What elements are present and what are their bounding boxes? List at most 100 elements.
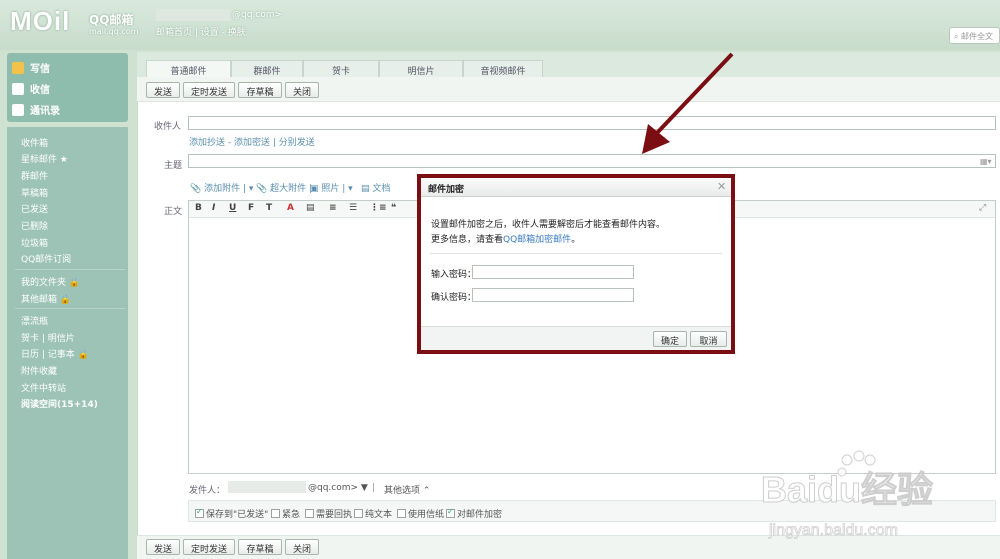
tab-normal-mail[interactable]: 普通邮件: [146, 60, 231, 77]
dialog-title: 邮件加密: [428, 185, 465, 195]
baidu-watermark: Baidu经验 jingyan.baidu.com: [761, 450, 934, 539]
close-button[interactable]: 关闭: [285, 82, 319, 98]
font-size-icon[interactable]: T: [266, 203, 272, 213]
sidebar-item-inbox[interactable]: 收件箱: [21, 136, 48, 149]
header-links[interactable]: 邮箱首页 | 设置 - 换肤: [156, 25, 246, 38]
sidebar-item-bottle[interactable]: 漂流瓶: [21, 314, 48, 327]
add-attachment-link[interactable]: 📎 添加附件 | ▾: [190, 181, 253, 194]
sender-options-divider: |: [372, 483, 376, 493]
pencil-icon: [12, 61, 24, 74]
tab-av-mail[interactable]: 音视频邮件: [463, 60, 543, 77]
confirm-password-input[interactable]: [472, 288, 634, 302]
ok-button[interactable]: 确定: [653, 331, 687, 347]
password-input[interactable]: [472, 265, 634, 279]
sender-domain[interactable]: @qq.com> ▼: [308, 483, 368, 493]
sidebar-item-other-mailboxes[interactable]: 其他邮箱 🔒: [21, 292, 71, 305]
option-stationery[interactable]: 使用信纸: [397, 507, 444, 520]
subject-options-icon[interactable]: ▦▾: [980, 157, 992, 166]
other-options-toggle[interactable]: 其他选项 ⌃: [384, 483, 430, 496]
underline-icon[interactable]: U: [229, 203, 236, 213]
to-input[interactable]: [188, 116, 996, 130]
save-draft-button-bottom[interactable]: 存草稿: [238, 539, 282, 555]
cc-bcc-links[interactable]: 添加抄送 - 添加密送 | 分别发送: [189, 135, 315, 148]
expand-icon[interactable]: ⤢: [979, 203, 986, 213]
logo-brand: QQ邮箱: [89, 13, 134, 27]
font-color-icon[interactable]: A: [287, 203, 294, 213]
sender-name-blurred: [228, 481, 306, 493]
option-encrypt[interactable]: 对邮件加密: [446, 507, 502, 520]
sidebar-item-group-mail[interactable]: 群邮件: [21, 169, 48, 182]
sidebar-compose[interactable]: 写信: [12, 60, 50, 75]
sidebar-item-my-folders[interactable]: 我的文件夹 🔒: [21, 275, 80, 288]
tab-group-mail[interactable]: 群邮件: [231, 60, 303, 77]
sidebar-item-starred[interactable]: 星标邮件 ★: [21, 152, 68, 165]
contacts-icon: [12, 103, 24, 116]
option-plain-text-label: 纯文本: [365, 510, 393, 520]
photo-link[interactable]: ▣ 照片 | ▾: [310, 181, 353, 194]
dialog-header: [421, 178, 731, 197]
dialog-desc-line1: 设置邮件加密之后，收件人需要解密后才能查看邮件内容。: [431, 220, 666, 230]
password-label: 输入密码：: [431, 270, 477, 280]
sidebar-item-deleted[interactable]: 已删除: [21, 219, 48, 232]
document-link[interactable]: ▤ 文档: [361, 181, 390, 194]
send-button-bottom[interactable]: 发送: [146, 539, 180, 555]
option-plain-text[interactable]: 纯文本: [354, 507, 392, 520]
sidebar-item-calendar[interactable]: 日历 | 记事本 🔒: [21, 347, 89, 360]
dialog-desc-line2: 更多信息，请查看QQ邮箱加密邮件。: [431, 232, 580, 245]
timed-send-button[interactable]: 定时发送: [183, 82, 235, 98]
align-icon[interactable]: ≡: [329, 203, 337, 213]
checkbox[interactable]: [354, 509, 363, 518]
option-save-to-sent[interactable]: 保存到"已发送": [195, 507, 268, 520]
sidebar-item-cards[interactable]: 贺卡 | 明信片: [21, 331, 75, 344]
tab-greeting-card[interactable]: 贺卡: [303, 60, 379, 77]
checkbox-checked[interactable]: [446, 507, 455, 518]
body-label: 正文: [164, 207, 183, 217]
sidebar-inbox-check[interactable]: 收信: [12, 81, 50, 96]
send-button[interactable]: 发送: [146, 82, 180, 98]
sidebar-compose-label: 写信: [30, 64, 50, 75]
search-input[interactable]: ⌕ 邮件全文: [949, 27, 1000, 44]
indent-icon[interactable]: ⋮≡: [370, 203, 387, 213]
sidebar-item-reading-space[interactable]: 阅读空间(15+14): [21, 397, 98, 410]
cancel-button[interactable]: 取消: [690, 331, 727, 347]
encrypt-help-link[interactable]: QQ邮箱加密邮件: [503, 235, 571, 245]
sidebar-item-subscriptions[interactable]: QQ邮件订阅: [21, 252, 71, 265]
option-urgent[interactable]: 紧急: [271, 507, 300, 520]
dialog-desc-suffix: 。: [571, 235, 581, 245]
document-label: 文档: [372, 184, 391, 194]
subject-input[interactable]: [188, 154, 996, 168]
checkbox[interactable]: [305, 509, 314, 518]
sidebar-item-attachments[interactable]: 附件收藏: [21, 364, 57, 377]
save-draft-button[interactable]: 存草稿: [238, 82, 282, 98]
close-icon[interactable]: ✕: [717, 180, 726, 193]
confirm-password-label: 确认密码：: [431, 293, 477, 303]
sidebar-item-file-transfer[interactable]: 文件中转站: [21, 381, 66, 394]
sidebar-contacts[interactable]: 通讯录: [12, 102, 60, 117]
close-button-bottom[interactable]: 关闭: [285, 539, 319, 555]
sidebar-item-drafts[interactable]: 草稿箱: [21, 186, 48, 199]
sidebar-item-spam[interactable]: 垃圾箱: [21, 236, 48, 249]
quote-icon[interactable]: ❝: [391, 203, 396, 213]
checkbox[interactable]: [271, 509, 280, 518]
font-icon[interactable]: F: [248, 203, 254, 213]
checkbox-checked[interactable]: [195, 507, 204, 518]
list-icon[interactable]: ☰: [349, 203, 357, 213]
option-read-receipt[interactable]: 需要回执: [305, 507, 352, 520]
background-color-icon[interactable]: ▤: [306, 203, 315, 213]
option-read-receipt-label: 需要回执: [316, 510, 353, 520]
account-domain[interactable]: @qq.com>: [232, 10, 282, 20]
italic-icon[interactable]: I: [212, 203, 215, 213]
logo-url: mail.qq.com: [89, 27, 139, 36]
tab-postcard[interactable]: 明信片: [379, 60, 463, 77]
big-attachment-label: 超大附件: [270, 184, 307, 194]
annotation-arrow: [642, 52, 734, 154]
option-save-to-sent-label: 保存到"已发送": [206, 510, 269, 520]
watermark-url: jingyan.baidu.com: [768, 522, 898, 539]
sidebar-item-sent[interactable]: 已发送: [21, 202, 48, 215]
big-attachment-link[interactable]: 📎 超大附件 |: [256, 181, 312, 194]
photo-label: 照片: [321, 184, 340, 194]
checkbox[interactable]: [397, 509, 406, 518]
bold-icon[interactable]: B: [195, 203, 202, 213]
encrypt-dialog: [421, 178, 731, 350]
timed-send-button-bottom[interactable]: 定时发送: [183, 539, 235, 555]
